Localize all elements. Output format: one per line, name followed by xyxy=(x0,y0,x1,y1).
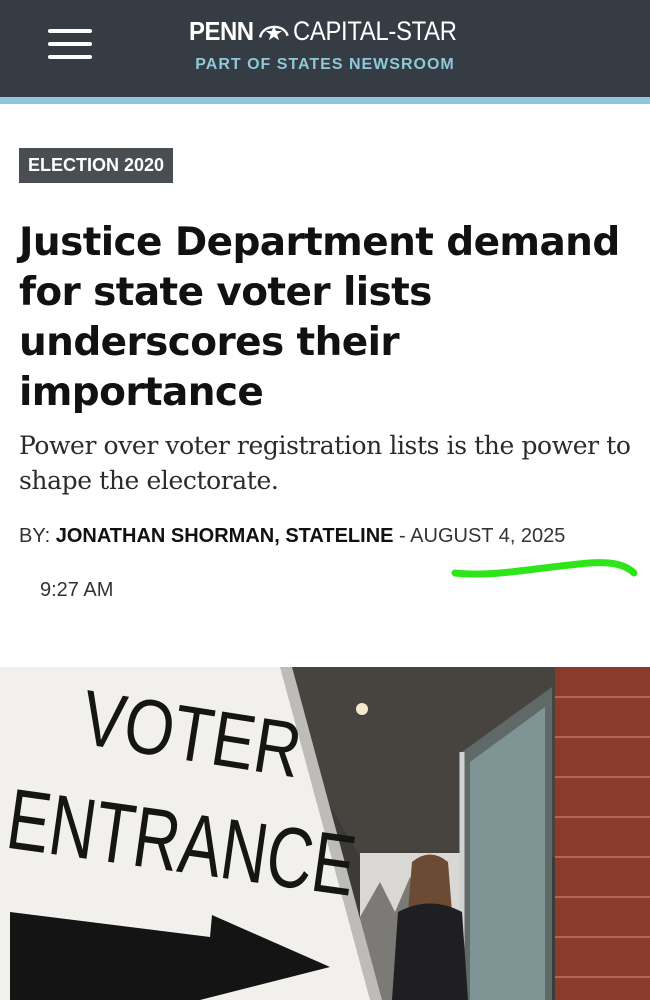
menu-line xyxy=(48,42,92,46)
green-underline-annotation xyxy=(451,559,638,578)
byline-prefix: BY: xyxy=(19,525,56,547)
article-subhead: Power over voter registration lists is t… xyxy=(19,431,631,495)
article-headline: Justice Department demand for state vote… xyxy=(19,220,620,415)
menu-line xyxy=(48,29,92,33)
author-link[interactable]: JONATHAN SHORMAN, STATELINE xyxy=(56,525,394,547)
category-tag[interactable]: ELECTION 2020 xyxy=(19,148,174,183)
article-byline: BY: JONATHAN SHORMAN, STATELINE - AUGUST… xyxy=(19,525,644,548)
star-swoosh-icon xyxy=(259,25,290,41)
publish-time: 9:27 AM xyxy=(40,579,114,601)
site-tagline[interactable]: PART OF STATES NEWSROOM xyxy=(0,56,650,74)
header-accent-stripe xyxy=(0,97,650,104)
byline-separator: - xyxy=(393,525,411,547)
site-header: PENN CAPITAL-STAR PART OF STATES NEWSROO… xyxy=(0,0,650,97)
logo-penn-text: PENN xyxy=(189,15,254,46)
logo-capital-star-text: CAPITAL-STAR xyxy=(293,15,457,46)
publish-date: AUGUST 4, 2025 xyxy=(410,525,566,547)
site-logo[interactable]: PENN CAPITAL-STAR xyxy=(189,14,479,48)
